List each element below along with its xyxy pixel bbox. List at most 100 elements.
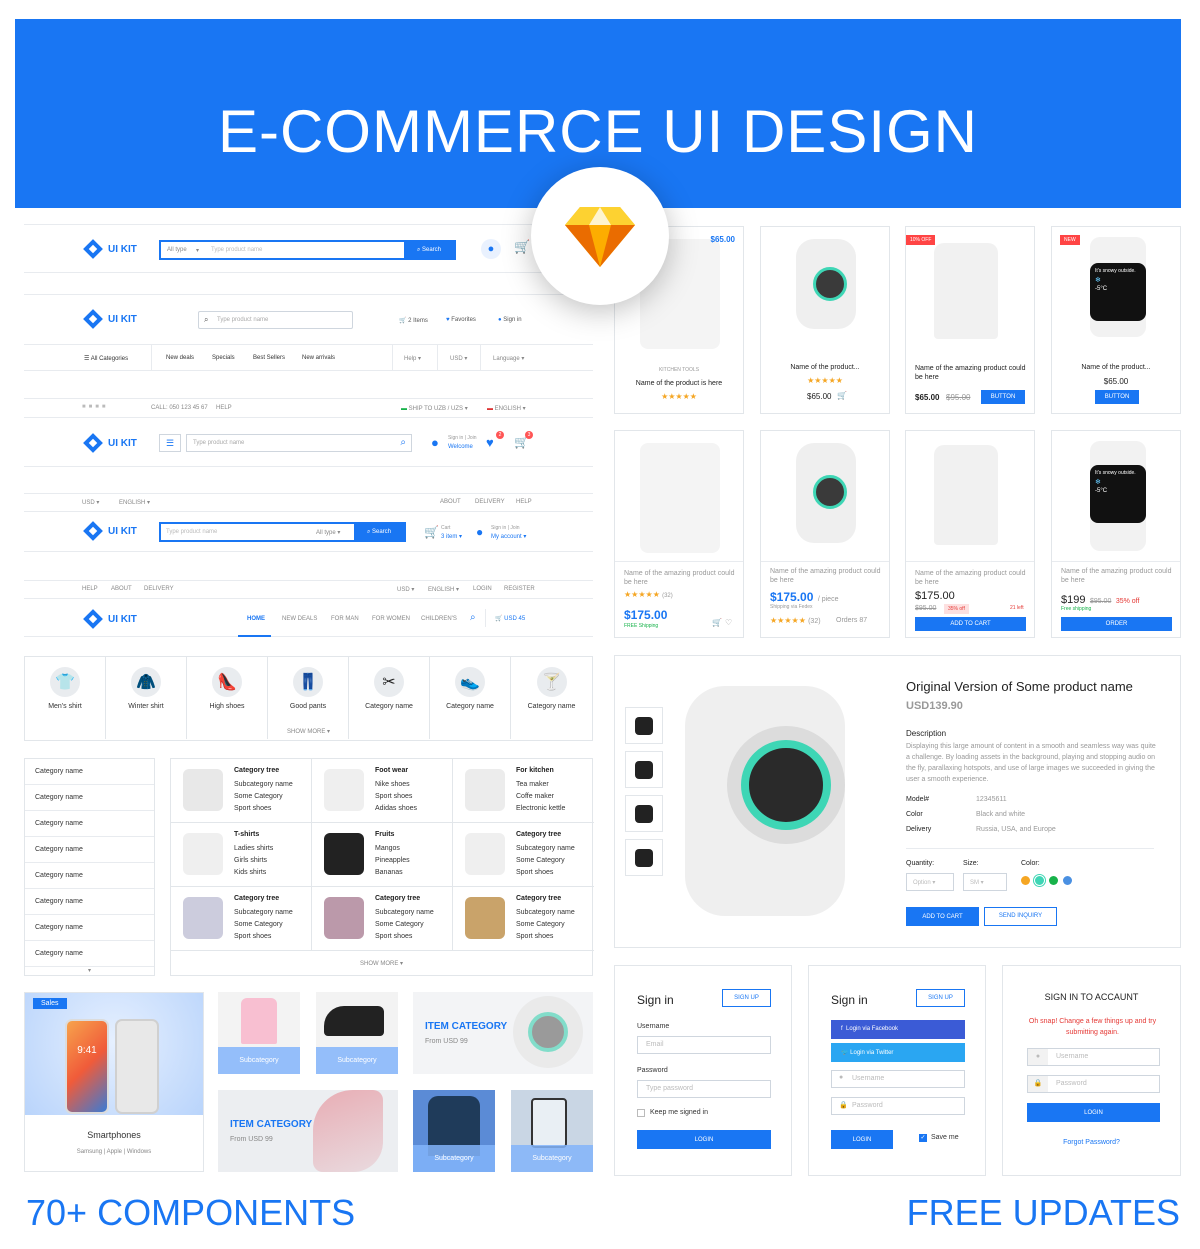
- cart-icon[interactable]: 🛒: [712, 618, 722, 627]
- show-more-button[interactable]: SHOW MORE ▾: [171, 960, 592, 967]
- order-button[interactable]: ORDER: [1061, 617, 1172, 631]
- social-icons[interactable]: ■■■■: [82, 404, 109, 410]
- category-item[interactable]: 👠 High shoes: [187, 657, 268, 739]
- subcategory-link[interactable]: Tea maker: [516, 781, 549, 788]
- language-dropdown[interactable]: ▬ ENGLISH ▾: [487, 405, 526, 412]
- language-dropdown[interactable]: Language ▾: [493, 355, 524, 362]
- category-title[interactable]: Category tree: [516, 895, 561, 902]
- color-swatch[interactable]: [1049, 876, 1058, 885]
- product-name[interactable]: Name of the product is here: [615, 380, 743, 387]
- size-select[interactable]: SM ▾: [963, 873, 1007, 891]
- favorites-link[interactable]: ♥ Favorites: [446, 317, 476, 323]
- signup-button[interactable]: SIGN UP: [916, 989, 965, 1007]
- cart-total[interactable]: 🛒 USD 45: [495, 615, 525, 622]
- subcategory-link[interactable]: Nike shoes: [375, 781, 410, 788]
- password-input[interactable]: 🔒 Password: [831, 1097, 965, 1115]
- promo-smartphones[interactable]: Sales 9:41 Smartphones Samsung | Apple |…: [24, 992, 204, 1172]
- category-item[interactable]: 👖 Good pants: [268, 657, 349, 739]
- category-title[interactable]: Category tree: [234, 895, 279, 902]
- subcategory-link[interactable]: Sport shoes: [234, 933, 271, 940]
- list-item[interactable]: Category name: [25, 889, 154, 915]
- color-swatch[interactable]: [1063, 876, 1072, 885]
- product-name[interactable]: Name of the product...: [1052, 364, 1180, 371]
- nav-new-arrivals[interactable]: New arrivals: [302, 355, 335, 361]
- signup-button[interactable]: SIGN UP: [722, 989, 771, 1007]
- category-title[interactable]: T-shirts: [234, 831, 259, 838]
- show-more-button[interactable]: SHOW MORE ▾: [287, 728, 330, 735]
- cart-icon[interactable]: 🛒: [514, 239, 530, 255]
- help-link[interactable]: HELP: [516, 499, 532, 505]
- category-cell[interactable]: T-shirts Ladies shirts Girls shirts Kids sh…: [171, 823, 312, 887]
- login-button[interactable]: LOGIN: [1027, 1103, 1160, 1122]
- currency-dropdown[interactable]: USD ▾: [397, 586, 414, 593]
- nav-best-sellers[interactable]: Best Sellers: [253, 355, 285, 361]
- subcategory-link[interactable]: Subcategory name: [234, 909, 293, 916]
- subcategory-link[interactable]: Subcategory name: [375, 909, 434, 916]
- logo[interactable]: UI KIT: [82, 308, 137, 330]
- category-cell[interactable]: Fruits Mangos Pineapples Bananas: [312, 823, 453, 887]
- product-name[interactable]: Name of the amazing product could be her…: [1061, 567, 1173, 585]
- subcategory-link[interactable]: Mangos: [375, 845, 400, 852]
- login-link[interactable]: LOGIN: [473, 586, 492, 592]
- type-select[interactable]: All type ▾: [316, 529, 340, 536]
- nav-childrens[interactable]: CHILDREN'S: [421, 616, 457, 622]
- category-title[interactable]: Fruits: [375, 831, 394, 838]
- search-icon[interactable]: ⌕: [470, 612, 476, 623]
- subcategory-link[interactable]: Electronic kettle: [516, 805, 565, 812]
- product-card[interactable]: Name of the amazing product could be her…: [905, 430, 1035, 638]
- category-item[interactable]: 👕 Men's shirt: [25, 657, 106, 739]
- subcategory-tile[interactable]: Subcategory: [511, 1090, 593, 1172]
- logo[interactable]: UI KIT: [82, 608, 137, 630]
- nav-for-man[interactable]: FOR MAN: [331, 616, 359, 622]
- signin-link[interactable]: ● Sign in: [498, 317, 522, 323]
- login-button[interactable]: LOGIN: [637, 1130, 771, 1149]
- all-categories-button[interactable]: ☰ All Categories: [84, 355, 128, 362]
- product-name[interactable]: Name of the amazing product could be her…: [915, 364, 1027, 382]
- category-item[interactable]: 🧥 Winter shirt: [106, 657, 187, 739]
- cart-items-link[interactable]: 🛒 2 Items: [399, 317, 428, 324]
- user-icon[interactable]: ●: [481, 239, 501, 259]
- heart-icon[interactable]: ♥: [486, 435, 494, 450]
- subcategory-link[interactable]: Bananas: [375, 869, 403, 876]
- delivery-link[interactable]: DELIVERY: [144, 586, 174, 592]
- username-input[interactable]: ● Username: [1027, 1048, 1160, 1066]
- color-swatch[interactable]: [1021, 876, 1030, 885]
- list-item[interactable]: Category name: [25, 811, 154, 837]
- subcategory-link[interactable]: Subcategory name: [234, 781, 293, 788]
- checkmark-icon[interactable]: ✓: [919, 1134, 927, 1142]
- nav-specials[interactable]: Specials: [212, 355, 235, 361]
- item-category-tile[interactable]: ITEM CATEGORY From USD 99: [218, 1090, 398, 1172]
- ship-to-dropdown[interactable]: ▬ SHIP TO UZB / UZS ▾: [401, 405, 468, 412]
- subcategory-link[interactable]: Pineapples: [375, 857, 410, 864]
- product-name[interactable]: Name of the amazing product could be her…: [915, 569, 1027, 587]
- thumbnail[interactable]: [625, 751, 663, 788]
- subcategory-link[interactable]: Some Category: [375, 921, 424, 928]
- send-inquiry-button[interactable]: SEND INQUIRY: [984, 907, 1057, 926]
- search-input[interactable]: Type product name: [166, 529, 217, 535]
- product-button[interactable]: BUTTON: [981, 390, 1025, 404]
- add-to-cart-button[interactable]: ADD TO CART: [906, 907, 979, 926]
- subcategory-link[interactable]: Sport shoes: [516, 869, 553, 876]
- subcategory-link[interactable]: Sport shoes: [375, 933, 412, 940]
- currency-dropdown[interactable]: USD ▾: [82, 499, 99, 506]
- search-input[interactable]: Type product name: [211, 247, 262, 253]
- category-cell[interactable]: Category tree Subcategory name Some Catego…: [171, 759, 312, 823]
- subcategory-link[interactable]: Some Category: [516, 857, 565, 864]
- category-item[interactable]: ✂ Category name: [349, 657, 430, 739]
- category-title[interactable]: Foot wear: [375, 767, 408, 774]
- add-to-cart-button[interactable]: ADD TO CART: [915, 617, 1026, 631]
- help-link[interactable]: HELP: [82, 586, 98, 592]
- list-item[interactable]: Category name: [25, 837, 154, 863]
- search-button[interactable]: ⌕ Search: [354, 524, 404, 540]
- color-swatch[interactable]: [1035, 876, 1044, 885]
- list-item[interactable]: Category name: [25, 785, 154, 811]
- subcategory-link[interactable]: Some Category: [234, 793, 283, 800]
- nav-home[interactable]: HOME: [247, 616, 265, 622]
- logo[interactable]: UI KIT: [82, 238, 137, 260]
- subcategory-link[interactable]: Subcategory name: [516, 845, 575, 852]
- category-title[interactable]: Category tree: [375, 895, 420, 902]
- category-title[interactable]: For kitchen: [516, 767, 554, 774]
- list-item[interactable]: Category name: [25, 915, 154, 941]
- subcategory-tile[interactable]: Subcategory: [218, 992, 300, 1074]
- subcategory-link[interactable]: Some Category: [234, 921, 283, 928]
